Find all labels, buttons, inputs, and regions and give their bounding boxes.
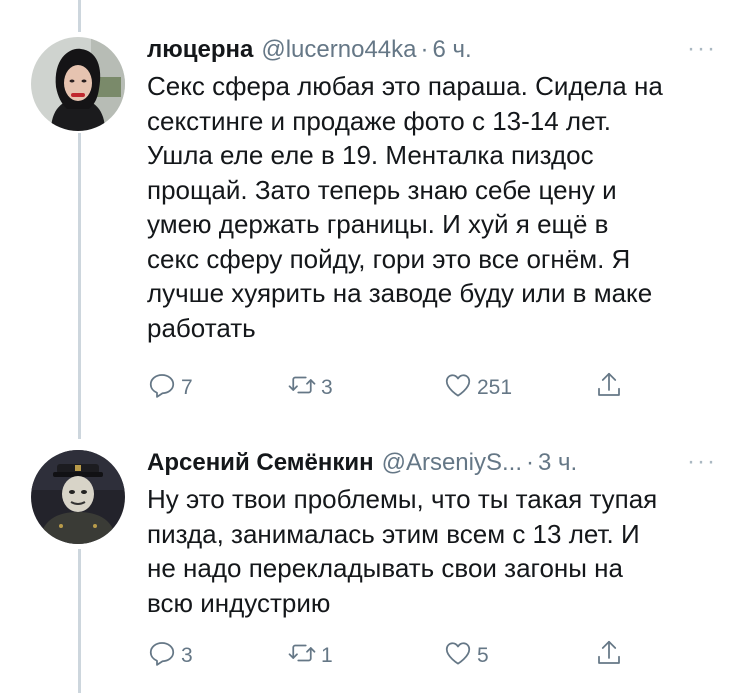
- share-button[interactable]: [594, 638, 624, 674]
- share-icon: [594, 370, 624, 406]
- timestamp[interactable]: 6 ч.: [432, 35, 471, 65]
- more-icon[interactable]: ···: [687, 35, 717, 63]
- display-name[interactable]: люцерна: [147, 35, 253, 65]
- display-name[interactable]: Арсений Семёнкин: [147, 448, 374, 478]
- retweet-count: 1: [321, 644, 333, 667]
- tweet-actions: 3 1 5: [147, 638, 747, 678]
- retweet-icon: [287, 638, 317, 674]
- timestamp[interactable]: 3 ч.: [538, 448, 577, 478]
- share-icon: [594, 638, 624, 674]
- tweet-text: Секс сфера любая это параша. Сидела на с…: [147, 71, 663, 343]
- reply-count: 3: [181, 644, 193, 667]
- tweet-header: Арсений Семёнкин @ArseniyS... · 3 ч.: [147, 448, 727, 478]
- reply-icon: [147, 370, 177, 406]
- tweet-text: Ну это твои проблемы, что ты такая тупая…: [147, 484, 658, 618]
- like-button[interactable]: 251: [443, 370, 512, 406]
- like-icon: [443, 638, 473, 674]
- retweet-count: 3: [321, 376, 333, 399]
- user-handle[interactable]: @ArseniyS...: [382, 448, 522, 478]
- like-count: 251: [477, 376, 513, 399]
- reply-count: 7: [181, 376, 193, 399]
- tweet-header: люцерна @lucerno44ka · 6 ч.: [147, 35, 727, 65]
- share-button[interactable]: [594, 370, 624, 406]
- tweet-actions: 7 3 251: [147, 370, 747, 410]
- more-icon[interactable]: ···: [687, 448, 717, 476]
- user-handle[interactable]: @lucerno44ka: [261, 35, 416, 65]
- tweet[interactable]: люцерна @lucerno44ka · 6 ч. ··· Секс сфе…: [0, 0, 750, 430]
- like-count: 5: [477, 644, 489, 667]
- reply-icon: [147, 638, 177, 674]
- avatar[interactable]: [31, 37, 125, 131]
- tweet[interactable]: Арсений Семёнкин @ArseniyS... · 3 ч. ···…: [0, 430, 750, 693]
- reply-button[interactable]: 7: [147, 370, 193, 406]
- separator: ·: [420, 36, 429, 63]
- retweet-button[interactable]: 3: [287, 370, 333, 406]
- retweet-button[interactable]: 1: [287, 638, 333, 674]
- avatar[interactable]: [31, 450, 125, 544]
- retweet-icon: [287, 370, 317, 406]
- reply-button[interactable]: 3: [147, 638, 193, 674]
- like-button[interactable]: 5: [443, 638, 489, 674]
- like-icon: [443, 370, 473, 406]
- separator: ·: [526, 449, 534, 476]
